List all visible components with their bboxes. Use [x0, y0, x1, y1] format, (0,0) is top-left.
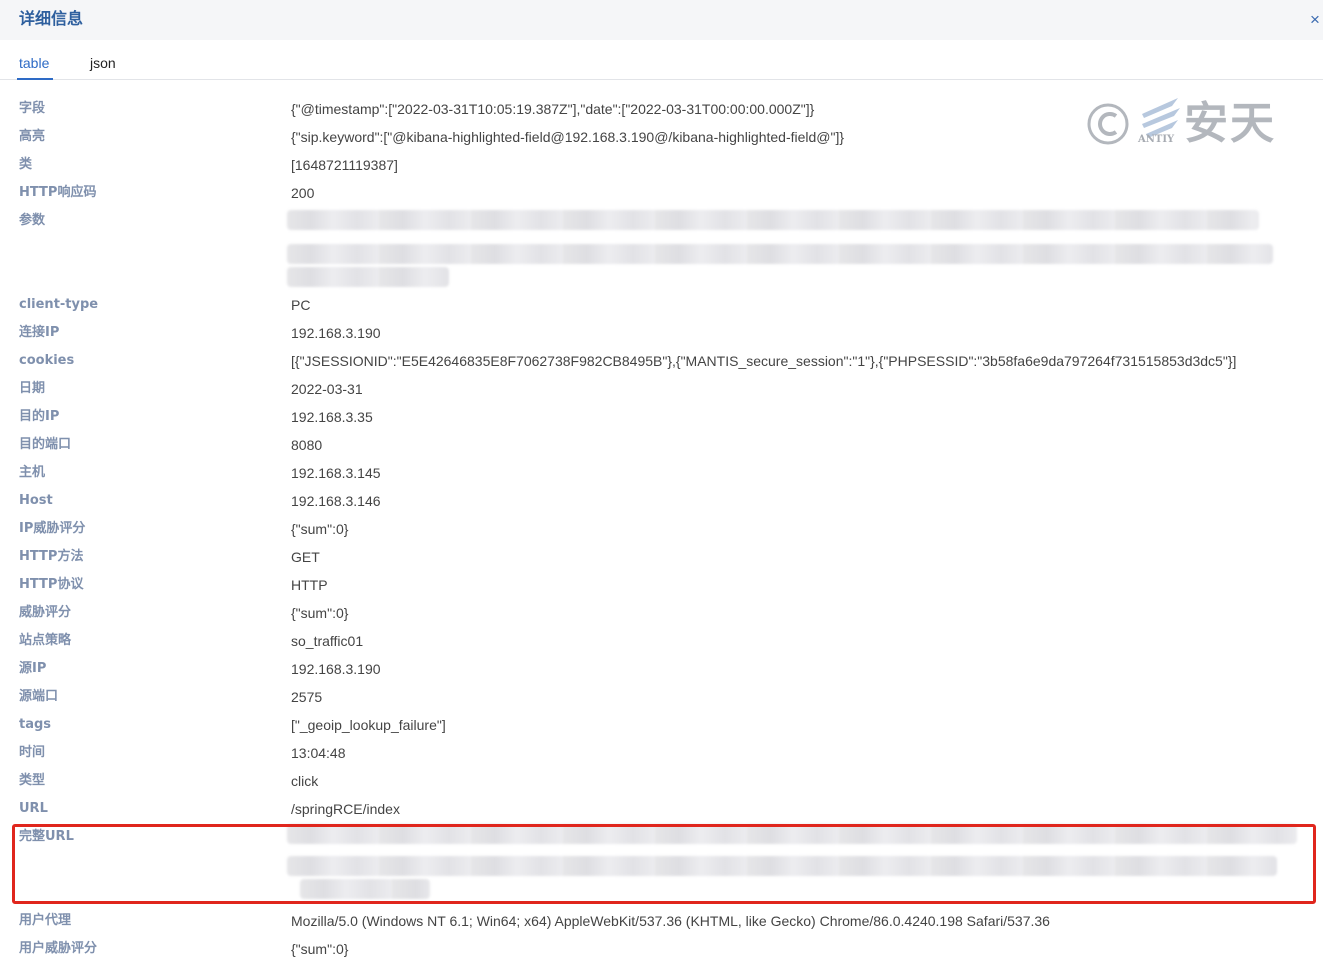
redacted-line: [287, 244, 1273, 264]
field-value: 13:04:48: [291, 745, 346, 761]
redacted-line: [287, 267, 449, 287]
field-value: 192.168.3.146: [291, 493, 381, 509]
field-key: 主机: [19, 465, 46, 480]
field-value: 192.168.3.190: [291, 325, 381, 341]
table-row: 用户威胁评分 {"sum":0}: [0, 935, 1323, 963]
field-key: URL: [19, 801, 48, 816]
field-value: 192.168.3.145: [291, 465, 381, 481]
dialog-header: 详细信息 ×: [0, 0, 1323, 40]
field-value: ["_geoip_lookup_failure"]: [291, 717, 446, 733]
table-row: 字段 {"@timestamp":["2022-03-31T10:05:19.3…: [0, 95, 1323, 123]
field-value: {"sip.keyword":["@kibana-highlighted-fie…: [291, 129, 845, 145]
table-row: IP威胁评分 {"sum":0}: [0, 515, 1323, 543]
tab-bar: table json: [0, 40, 1323, 80]
field-value: 192.168.3.190: [291, 661, 381, 677]
table-row: HTTP协议 HTTP: [0, 571, 1323, 599]
table-row: 高亮 {"sip.keyword":["@kibana-highlighted-…: [0, 123, 1323, 151]
tab-json[interactable]: json: [90, 54, 116, 72]
field-value: so_traffic01: [291, 633, 364, 649]
table-row: URL /springRCE/index: [0, 795, 1323, 823]
active-tab-indicator: [17, 78, 53, 80]
field-key: HTTP方法: [19, 549, 84, 564]
field-key: IP威胁评分: [19, 521, 86, 536]
table-row: client-type PC: [0, 291, 1323, 319]
field-key: 用户威胁评分: [19, 941, 98, 956]
field-key: 连接IP: [19, 325, 60, 340]
field-key: 时间: [19, 745, 46, 760]
field-key: 类型: [19, 773, 46, 788]
field-value: {"sum":0}: [291, 521, 349, 537]
field-key: cookies: [19, 353, 75, 368]
dialog-title: 详细信息: [19, 9, 84, 28]
field-value: 200: [291, 185, 315, 201]
field-value: 192.168.3.35: [291, 409, 373, 425]
tab-table[interactable]: table: [19, 54, 49, 72]
field-key: 字段: [19, 101, 46, 116]
field-key: HTTP响应码: [19, 185, 97, 200]
close-icon[interactable]: ×: [1306, 11, 1323, 29]
field-value: 2022-03-31: [291, 381, 363, 397]
table-row: 主机 192.168.3.145: [0, 459, 1323, 487]
field-value: /springRCE/index: [291, 801, 400, 817]
field-value: [1648721119387]: [291, 157, 398, 173]
field-key: Host: [19, 493, 53, 508]
table-row: 源IP 192.168.3.190: [0, 655, 1323, 683]
field-key: 目的端口: [19, 437, 72, 452]
field-value: {"@timestamp":["2022-03-31T10:05:19.387Z…: [291, 101, 815, 117]
table-row: 日期 2022-03-31: [0, 375, 1323, 403]
field-key: 目的IP: [19, 409, 60, 424]
table-row: 站点策略 so_traffic01: [0, 627, 1323, 655]
field-key: 参数: [19, 213, 46, 228]
field-key: 类: [19, 157, 33, 172]
field-key: client-type: [19, 297, 99, 312]
table-row: cookies [{"JSESSIONID":"E5E42646835E8F70…: [0, 347, 1323, 375]
field-value: [{"JSESSIONID":"E5E42646835E8F7062738F98…: [291, 353, 1237, 369]
table-row: 目的端口 8080: [0, 431, 1323, 459]
field-key: 高亮: [19, 129, 46, 144]
redacted-line: [287, 210, 1259, 230]
table-row: 时间 13:04:48: [0, 739, 1323, 767]
field-value: HTTP: [291, 577, 328, 593]
field-key: 源端口: [19, 689, 59, 704]
table-row: 目的IP 192.168.3.35: [0, 403, 1323, 431]
table-row: Host 192.168.3.146: [0, 487, 1323, 515]
field-value: 2575: [291, 689, 323, 705]
field-value: {"sum":0}: [291, 605, 349, 621]
field-key: 站点策略: [19, 633, 72, 648]
field-value: Mozilla/5.0 (Windows NT 6.1; Win64; x64)…: [291, 913, 1050, 929]
field-value: click: [291, 773, 319, 789]
table-row: 类 [1648721119387]: [0, 151, 1323, 179]
field-key: HTTP协议: [19, 577, 84, 592]
table-row: 连接IP 192.168.3.190: [0, 319, 1323, 347]
table-row: 用户代理 Mozilla/5.0 (Windows NT 6.1; Win64;…: [0, 907, 1323, 935]
table-row: 类型 click: [0, 767, 1323, 795]
field-key: tags: [19, 717, 52, 732]
highlight-annotation-box: [12, 824, 1316, 904]
table-row: 源端口 2575: [0, 683, 1323, 711]
field-key: 源IP: [19, 661, 47, 676]
field-key: 用户代理: [19, 913, 72, 928]
field-value: GET: [291, 549, 320, 565]
field-value: 8080: [291, 437, 323, 453]
table-row: 参数: [0, 207, 1323, 287]
table-row: tags ["_geoip_lookup_failure"]: [0, 711, 1323, 739]
table-row: HTTP响应码 200: [0, 179, 1323, 207]
table-row: 威胁评分 {"sum":0}: [0, 599, 1323, 627]
field-value: PC: [291, 297, 311, 313]
table-row: HTTP方法 GET: [0, 543, 1323, 571]
field-value: {"sum":0}: [291, 941, 349, 957]
tab-divider: [0, 79, 1323, 80]
field-key: 日期: [19, 381, 46, 396]
field-key: 威胁评分: [19, 605, 72, 620]
